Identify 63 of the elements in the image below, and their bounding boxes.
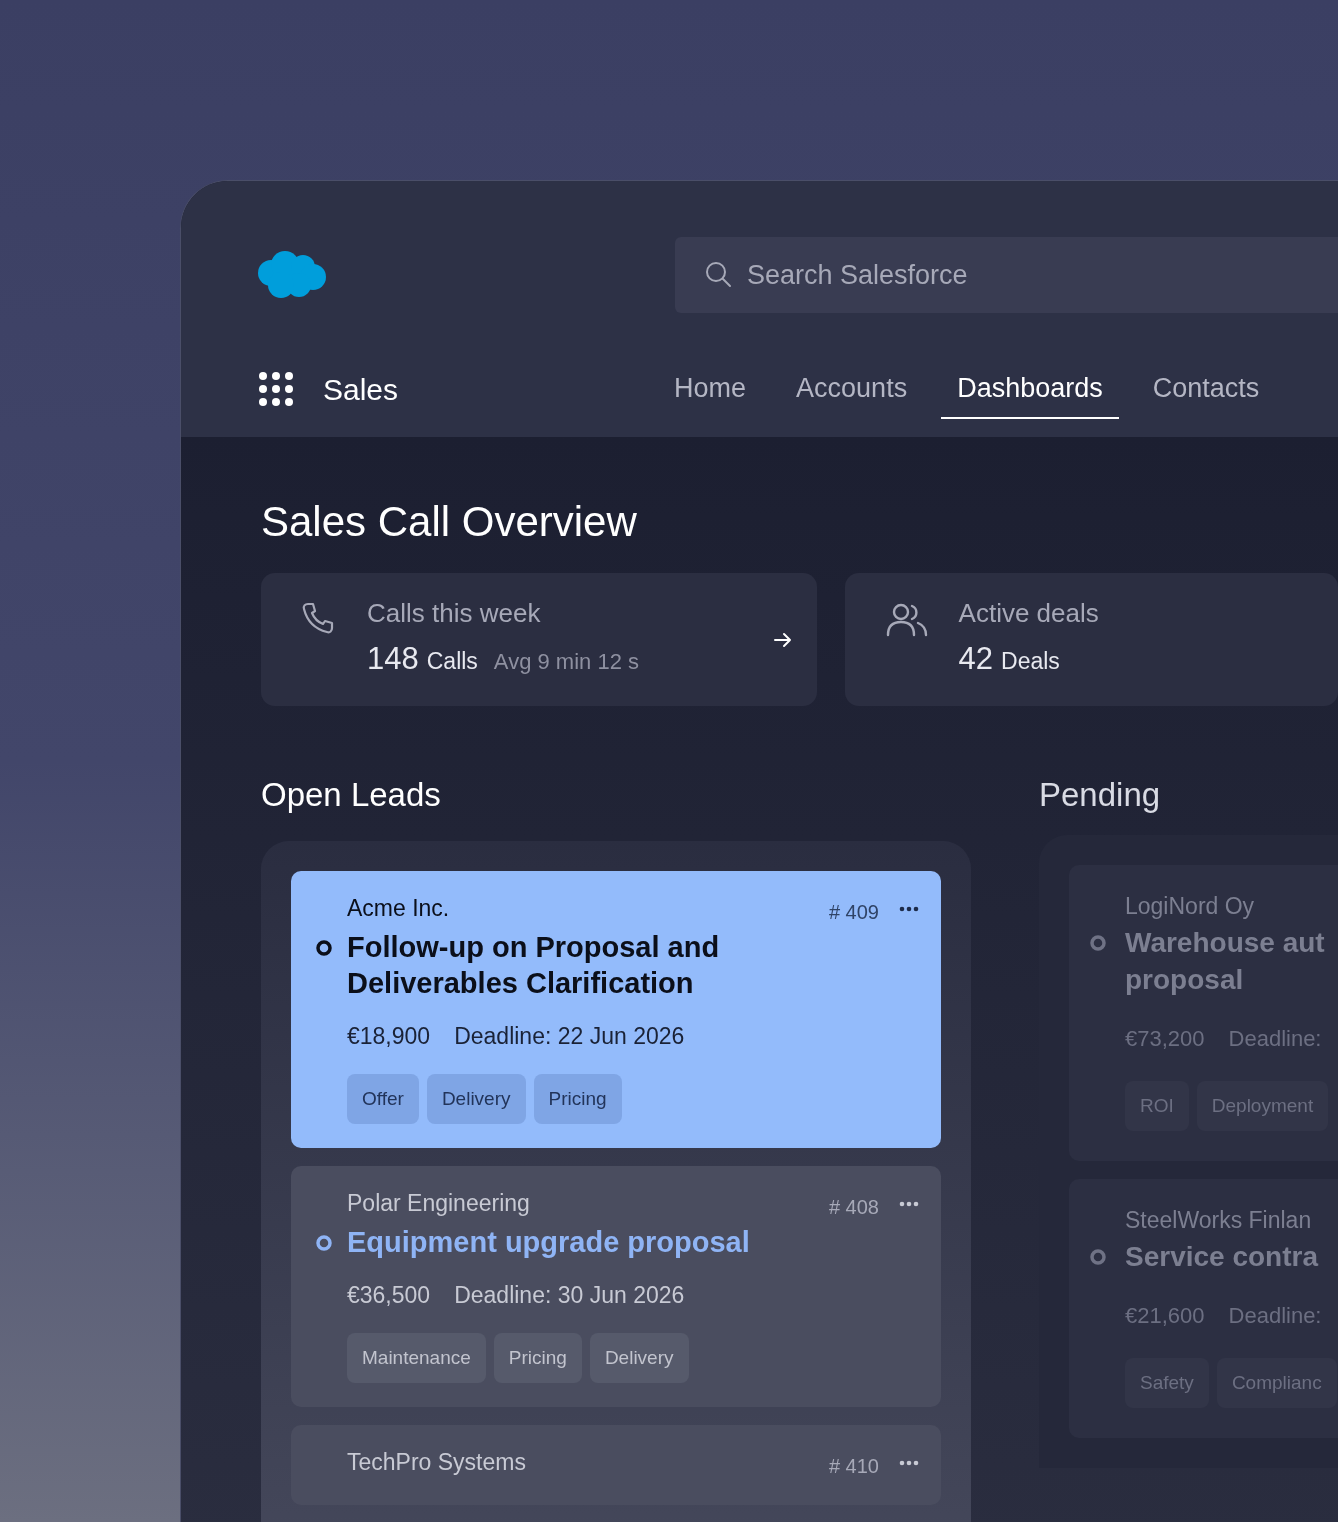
users-icon (884, 601, 929, 639)
lead-number: # 409 (828, 900, 879, 925)
pending-title: Warehouse aut proposal (1125, 925, 1325, 997)
tag: Safety (1125, 1357, 1209, 1408)
tag: Delivery (426, 1073, 526, 1124)
lead-amount: €18,900 (347, 1022, 431, 1051)
status-dot-icon (1089, 933, 1107, 952)
search-field[interactable]: Search Salesforce (675, 237, 1338, 313)
lead-card[interactable]: Polar Engineering # 408 Equipment upgrade proposal €36,500 Deadline: 30 Jun 2026 Maintenance Pricing Delivery (291, 1166, 941, 1407)
nav-tab[interactable]: Dashboards (941, 359, 1119, 419)
tag: Offer (347, 1073, 419, 1124)
more-icon (899, 906, 919, 912)
company-name: Polar Engineering (347, 1189, 531, 1218)
lead-card[interactable]: Acme Inc. # 409 Follow-up on Proposal and Deliverables Clarification €18,900 Deadline: 22 Jun 2026 Offer Delivery Pricing (291, 871, 941, 1148)
nav-tab[interactable]: Home (658, 359, 763, 419)
pending-card[interactable]: SteelWorks Finlan Service contra €21,600 Deadline: Safety Complianc (1069, 1179, 1338, 1438)
lead-title: Equipment upgrade proposal (347, 1225, 750, 1260)
app-name: Sales (323, 371, 399, 408)
more-icon (899, 1460, 919, 1466)
section-title: Pending (1039, 778, 1162, 811)
grid-icon (259, 372, 293, 406)
status-dot-icon (1089, 1247, 1107, 1266)
section-title: Open Leads (261, 778, 442, 811)
lead-card[interactable]: TechPro Systems # 410 (291, 1425, 941, 1505)
stat-card[interactable]: Calls this week 148 Calls Avg 9 min 12 s (261, 573, 817, 706)
status-dot-icon (315, 1234, 333, 1252)
lead-deadline: Deadline: (1228, 1024, 1322, 1053)
nav-tab[interactable]: Contacts (1136, 359, 1276, 419)
lead-deadline: Deadline: 22 Jun 2026 (454, 1022, 685, 1051)
lead-amount: €21,600 (1125, 1301, 1205, 1330)
stat-value: 42 (958, 639, 994, 678)
tag: Deployment (1196, 1080, 1329, 1131)
lead-number: # 408 (828, 1195, 879, 1220)
tag: Pricing (533, 1073, 622, 1124)
stat-unit: Deals (1001, 646, 1060, 676)
lead-deadline: Deadline: 30 Jun 2026 (454, 1281, 685, 1310)
tag: Delivery (589, 1332, 689, 1383)
lead-number: # 410 (828, 1454, 879, 1479)
more-icon (899, 1201, 919, 1207)
lead-deadline: Deadline: (1228, 1301, 1322, 1330)
lead-title: Follow-up on Proposal and Deliverables Clarification (347, 930, 721, 1001)
search-icon (705, 261, 732, 288)
nav-tab[interactable]: Accounts (780, 359, 924, 419)
company-name: TechPro Systems (347, 1448, 527, 1477)
tag: Complianc (1216, 1357, 1337, 1408)
tag: Pricing (493, 1332, 582, 1383)
lead-amount: €73,200 (1125, 1024, 1205, 1053)
page-title: Sales Call Overview (261, 501, 638, 543)
stat-detail: Avg 9 min 12 s (493, 647, 639, 676)
stat-label: Active deals (958, 597, 1100, 630)
company-name: SteelWorks Finlan (1125, 1206, 1313, 1235)
stat-unit: Calls (426, 646, 478, 676)
app-launcher-button[interactable] (259, 372, 293, 406)
tag: Maintenance (347, 1332, 486, 1383)
pending-title: Service contra (1125, 1239, 1318, 1274)
stat-value: 148 (367, 639, 419, 678)
company-name: Acme Inc. (347, 894, 451, 923)
stat-label: Calls this week (367, 597, 542, 630)
pending-card[interactable]: LogiNord Oy Warehouse aut proposal €73,200 Deadline: ROI Deployment (1069, 865, 1338, 1161)
tag: ROI (1125, 1080, 1189, 1131)
company-name: LogiNord Oy (1125, 892, 1256, 921)
status-dot-icon (315, 939, 333, 957)
lead-amount: €36,500 (347, 1281, 431, 1310)
